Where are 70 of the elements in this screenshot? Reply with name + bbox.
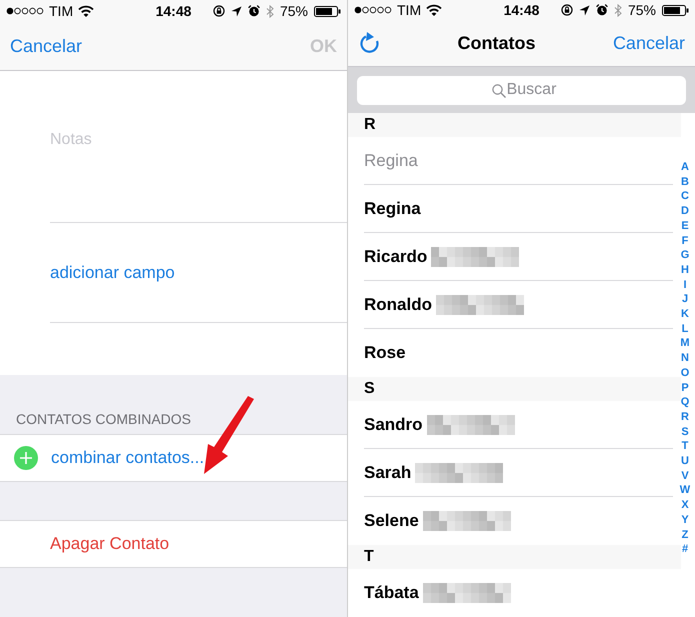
carrier-name: TIM [397, 2, 422, 18]
index-letter[interactable]: K [681, 307, 689, 322]
location-arrow-icon [230, 6, 242, 16]
bluetooth-icon [614, 4, 622, 17]
contact-name[interactable]: Ricardo [364, 246, 428, 266]
index-letter[interactable]: R [681, 410, 689, 425]
index-letter[interactable]: V [681, 468, 689, 484]
index-letter[interactable]: O [680, 366, 690, 381]
cancel-button[interactable]: Cancelar [612, 33, 685, 54]
search-field[interactable]: Buscar [357, 76, 686, 105]
clock-time: 14:48 [504, 2, 540, 18]
index-letter[interactable]: W [680, 483, 690, 498]
rotation-lock-icon [212, 5, 225, 17]
index-letter[interactable]: Q [680, 395, 690, 410]
index-letter[interactable]: P [681, 380, 689, 396]
index-letter[interactable]: C [681, 189, 689, 204]
contact-name[interactable]: Selene [364, 511, 419, 531]
index-letter[interactable]: B [681, 174, 689, 190]
section-letter: T [364, 548, 374, 566]
index-letter[interactable]: F [682, 234, 688, 248]
battery-icon [662, 4, 689, 16]
contact-name: Regina [364, 150, 418, 170]
search-icon [492, 84, 506, 98]
add-field-link[interactable]: adicionar campo [50, 262, 175, 282]
index-letter[interactable]: Z [682, 528, 688, 542]
rotation-lock-icon [560, 4, 573, 16]
index-letter[interactable]: I [683, 278, 687, 292]
index-letter[interactable]: G [680, 248, 690, 263]
clock-time: 14:48 [156, 3, 192, 19]
cancel-button[interactable]: Cancelar [10, 36, 82, 56]
battery-icon [314, 6, 341, 16]
index-letter[interactable]: Y [681, 512, 689, 528]
delete-contact-action[interactable]: Apagar Contato [50, 534, 170, 554]
link-contacts-action[interactable]: combinar contatos... [51, 448, 204, 468]
refresh-icon [358, 32, 380, 56]
index-letter[interactable]: X [681, 498, 689, 513]
plus-circle-icon [14, 446, 38, 470]
index-letter[interactable]: U [681, 454, 689, 469]
bluetooth-icon [266, 4, 274, 18]
index-letter[interactable]: D [681, 204, 689, 219]
index-letter[interactable]: A [681, 160, 689, 175]
index-letter[interactable]: S [681, 424, 689, 440]
index-letter[interactable]: M [680, 336, 690, 352]
contact-name[interactable]: Rose [364, 343, 406, 363]
screen-title: Contatos [457, 33, 536, 54]
contact-name[interactable]: Sarah [364, 462, 412, 482]
section-letter: R [364, 116, 376, 134]
index-letter[interactable]: J [682, 292, 688, 308]
index-letter[interactable]: L [682, 322, 688, 336]
contact-name[interactable]: Sandro [364, 414, 423, 434]
alarm-clock-icon [596, 4, 608, 16]
index-letter[interactable]: # [682, 542, 688, 557]
location-arrow-icon [578, 4, 590, 16]
contact-name[interactable]: Tábata [364, 583, 419, 603]
wifi-icon [78, 5, 94, 17]
battery-percent: 75% [628, 2, 656, 18]
signal-icon [6, 7, 44, 15]
contact-name[interactable]: Regina [364, 198, 421, 218]
section-header: CONTATOS COMBINADOS [16, 411, 192, 427]
wifi-icon [426, 4, 442, 16]
index-letter[interactable]: T [682, 439, 688, 454]
carrier-name: TIM [49, 3, 74, 19]
index-letter[interactable]: H [681, 262, 689, 278]
index-letter[interactable]: N [681, 351, 689, 366]
battery-percent: 75% [280, 3, 308, 19]
section-letter: S [364, 380, 375, 398]
signal-icon [354, 6, 392, 14]
alarm-clock-icon [248, 5, 260, 17]
index-letter[interactable]: E [681, 218, 689, 234]
contact-name[interactable]: Ronaldo [364, 294, 432, 314]
